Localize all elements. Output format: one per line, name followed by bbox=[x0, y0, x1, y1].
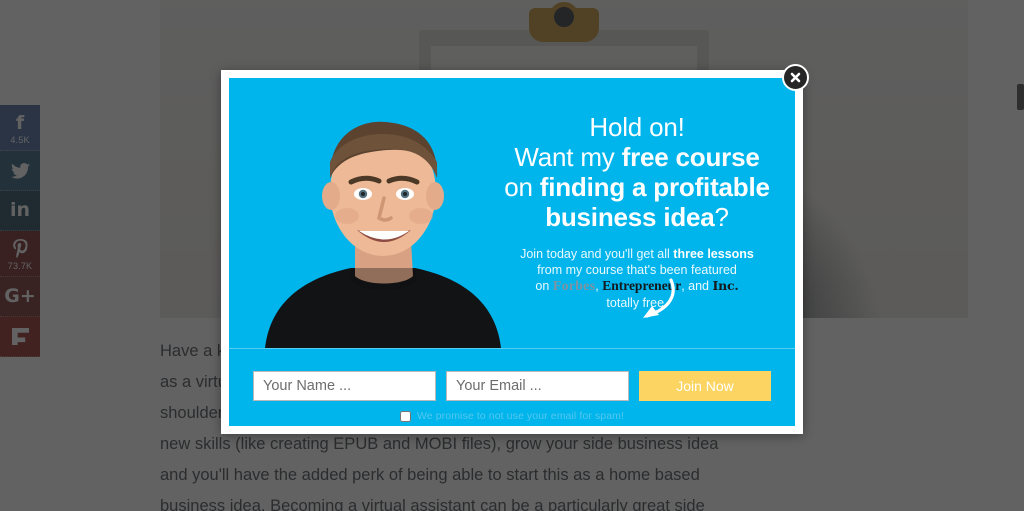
headline-line-1: Hold on! bbox=[589, 112, 685, 142]
screenshot-root: Have a knack for organization and detail… bbox=[0, 0, 1024, 511]
email-input[interactable] bbox=[446, 371, 629, 401]
optin-modal-body: Hold on! Want my free course on finding … bbox=[229, 78, 795, 426]
name-input[interactable] bbox=[253, 371, 436, 401]
modal-hero: Hold on! Want my free course on finding … bbox=[229, 78, 795, 348]
modal-headline: Hold on! Want my free course on finding … bbox=[479, 112, 795, 232]
spam-consent-row: We promise to not use your email for spa… bbox=[253, 410, 771, 422]
modal-form-fields: Join Now bbox=[253, 371, 771, 401]
modal-close-button[interactable] bbox=[782, 64, 809, 91]
optin-modal: Hold on! Want my free course on finding … bbox=[221, 70, 803, 434]
curved-arrow-icon bbox=[629, 278, 683, 324]
spam-consent-label: We promise to not use your email for spa… bbox=[416, 410, 625, 422]
join-now-button[interactable]: Join Now bbox=[639, 371, 771, 401]
headline-line-4: business idea? bbox=[545, 202, 729, 232]
close-icon bbox=[790, 72, 801, 83]
scrollbar-thumb[interactable] bbox=[1017, 84, 1024, 110]
headline-line-2: Want my free course bbox=[514, 142, 760, 172]
spam-consent-checkbox[interactable] bbox=[399, 410, 411, 422]
modal-portrait-photo bbox=[255, 100, 505, 348]
modal-optin-form: Join Now We promise to not use your emai… bbox=[229, 349, 795, 426]
headline-line-3: on finding a profitable bbox=[504, 172, 770, 202]
subtext-line-2: from my course that's been featured bbox=[537, 263, 737, 277]
subtext-line-1: Join today and you'll get all three less… bbox=[520, 247, 754, 261]
forbes-logo-text: Forbes bbox=[552, 279, 596, 294]
inc-logo-text: Inc. bbox=[712, 278, 739, 293]
